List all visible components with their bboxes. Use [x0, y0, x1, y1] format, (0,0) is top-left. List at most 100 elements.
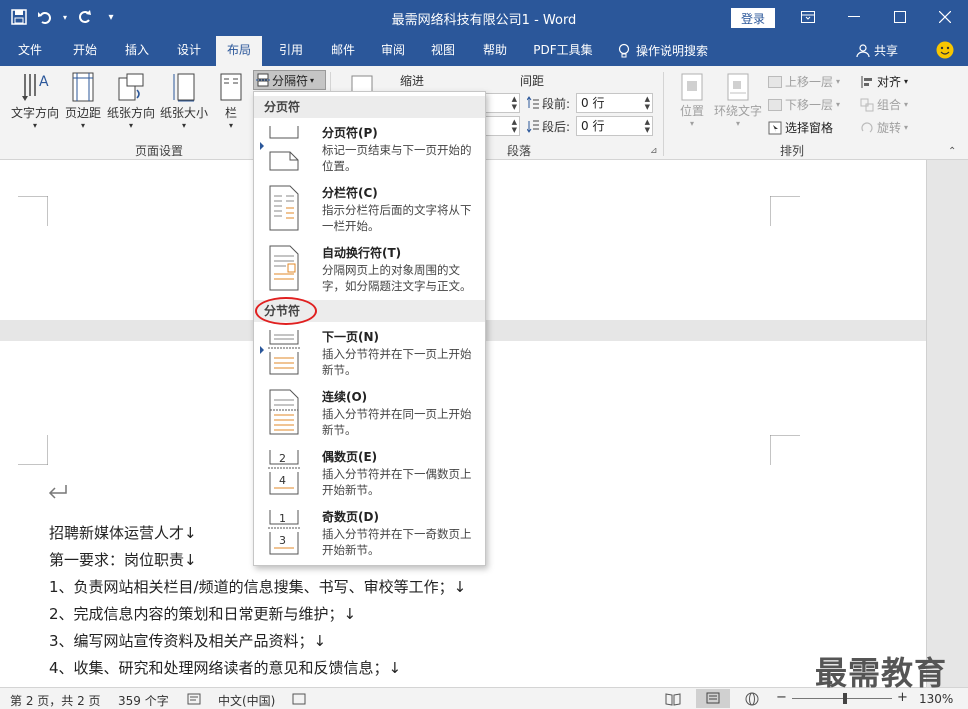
doc-line[interactable]: 招聘新媒体运营人才↓ — [49, 522, 197, 543]
next-page-break-icon — [268, 330, 300, 375]
zoom-level[interactable]: 130% — [919, 692, 953, 706]
position-button[interactable]: 位置 ▾ — [674, 72, 710, 128]
tab-home[interactable]: 开始 — [62, 36, 108, 66]
language[interactable]: 中文(中国) — [218, 692, 275, 709]
tab-file[interactable]: 文件 — [8, 36, 52, 66]
margins-button[interactable]: 页边距 ▾ — [63, 70, 103, 130]
proofing-icon[interactable] — [187, 693, 201, 705]
ribbon-display-options-icon[interactable] — [785, 0, 831, 34]
rotate-button[interactable]: 旋转 ▾ — [860, 119, 908, 136]
paragraph-return-icon — [48, 485, 67, 499]
tab-review[interactable]: 审阅 — [370, 36, 416, 66]
read-mode-icon[interactable] — [665, 692, 681, 706]
web-layout-icon[interactable] — [744, 692, 760, 706]
chevron-down-icon: ▾ — [128, 121, 133, 130]
space-before-value: 0 行 — [581, 96, 605, 110]
menu-item-desc: 指示分栏符后面的文字将从下一栏开始。 — [322, 203, 472, 233]
selection-pane-icon — [768, 121, 782, 134]
send-backward-button[interactable]: 下移一层 ▾ — [768, 96, 840, 113]
wrap-text-button[interactable]: 环绕文字 ▾ — [712, 72, 764, 128]
doc-line[interactable]: 4、收集、研究和处理网络读者的意见和反馈信息；↓ — [49, 657, 401, 678]
vertical-scrollbar[interactable] — [926, 160, 968, 687]
menu-item-desc: 插入分节符并在同一页上开始新节。 — [322, 407, 472, 437]
send-backward-icon — [768, 98, 782, 111]
text-direction-label: 文字方向 — [10, 106, 59, 120]
tab-help[interactable]: 帮助 — [472, 36, 518, 66]
orientation-button[interactable]: 纸张方向 ▾ — [106, 70, 156, 130]
zoom-slider[interactable] — [792, 698, 892, 699]
accessibility-icon[interactable] — [292, 693, 306, 705]
ribbon-tab-bar: 文件 开始 插入 设计 布局 引用 邮件 审阅 视图 帮助 PDF工具集 操作说… — [0, 36, 968, 66]
selection-pane-button[interactable]: 选择窗格 — [768, 119, 833, 136]
doc-line[interactable]: 2、完成信息内容的策划和日常更新与维护；↓ — [49, 603, 356, 624]
close-icon[interactable] — [922, 0, 968, 34]
align-button[interactable]: 对齐 ▾ — [860, 73, 908, 90]
highlight-circle — [255, 297, 317, 325]
even-page-break-icon: 24 — [268, 450, 300, 495]
bring-forward-button[interactable]: 上移一层 ▾ — [768, 73, 840, 90]
title-bar: ▾ ▾ 最需网络科技有限公司1 - Word 登录 — [0, 0, 968, 36]
tab-insert[interactable]: 插入 — [114, 36, 160, 66]
svg-text:3: 3 — [279, 534, 286, 547]
minimize-icon[interactable] — [831, 0, 877, 34]
size-button[interactable]: 纸张大小 ▾ — [159, 70, 209, 130]
indent-label: 缩进 — [400, 74, 425, 88]
menu-item-continuous[interactable]: 连续(O) 插入分节符并在同一页上开始新节。 — [254, 384, 485, 444]
smiley-feedback-icon[interactable] — [936, 41, 954, 59]
rotate-icon — [861, 121, 873, 132]
login-button[interactable]: 登录 — [731, 8, 775, 28]
maximize-icon[interactable] — [877, 0, 923, 34]
doc-line[interactable]: 3、编写网站宣传资料及相关产品资料；↓ — [49, 630, 326, 651]
word-count[interactable]: 359 个字 — [118, 692, 169, 709]
page-count[interactable]: 第 2 页，共 2 页 — [10, 692, 101, 709]
chevron-down-icon: ▾ — [32, 121, 37, 130]
orientation-label: 纸张方向 — [106, 106, 155, 120]
menu-item-title: 奇数页(D) — [322, 510, 379, 524]
space-after-value: 0 行 — [581, 119, 605, 133]
menu-item-even-page[interactable]: 24 偶数页(E) 插入分节符并在下一偶数页上开始新节。 — [254, 444, 485, 504]
space-after-input[interactable]: 0 行 ▲ ▼ — [576, 116, 653, 136]
tab-references[interactable]: 引用 — [268, 36, 314, 66]
collapse-ribbon-icon[interactable]: ⌃ — [948, 146, 956, 157]
doc-line[interactable]: 第一要求：岗位职责↓ — [49, 549, 197, 570]
chevron-down-icon: ▾ — [310, 75, 315, 85]
crop-mark — [18, 196, 48, 226]
tab-mailings[interactable]: 邮件 — [320, 36, 366, 66]
zoom-out-button[interactable]: − — [776, 690, 787, 705]
tab-layout[interactable]: 布局 — [216, 36, 262, 66]
group-objects-label: 组合 — [877, 98, 902, 112]
orientation-icon — [118, 73, 144, 101]
space-after-icon — [527, 120, 539, 133]
tab-pdf-tools[interactable]: PDF工具集 — [526, 36, 600, 66]
share-button[interactable]: 共享 — [856, 42, 898, 59]
spacing-label: 间距 — [520, 74, 545, 88]
paragraph-dialog-launcher-icon[interactable]: ⊿ — [650, 146, 658, 156]
group-objects-button[interactable]: 组合 ▾ — [860, 96, 908, 113]
menu-item-desc: 分隔网页上的对象周围的文字，如分隔题注文字与正文。 — [322, 263, 472, 293]
zoom-slider-thumb[interactable] — [843, 693, 847, 704]
print-layout-button[interactable] — [696, 689, 730, 708]
space-before-input[interactable]: 0 行 ▲ ▼ — [576, 93, 653, 113]
tell-me-search[interactable]: 操作说明搜索 — [618, 36, 728, 66]
menu-item-column-break[interactable]: 分栏符(C) 指示分栏符后面的文字将从下一栏开始。 — [254, 180, 485, 240]
doc-line[interactable]: 1、负责网站相关栏目/频道的信息搜集、书写、审校等工作；↓ — [49, 576, 466, 597]
columns-button[interactable]: 栏 ▾ — [216, 70, 246, 130]
menu-item-page-break[interactable]: 分页符(P) 标记一页结束与下一页开始的位置。 — [254, 120, 485, 180]
chevron-down-icon: ▾ — [689, 119, 694, 128]
menu-item-next-page[interactable]: 下一页(N) 插入分节符并在下一页上开始新节。 — [254, 324, 485, 384]
text-direction-button[interactable]: A 文字方向 ▾ — [8, 70, 62, 130]
menu-item-text-wrapping-break[interactable]: 自动换行符(T) 分隔网页上的对象周围的文字，如分隔题注文字与正文。 — [254, 240, 485, 300]
breaks-icon — [256, 73, 270, 87]
selected-marker-icon — [260, 142, 264, 150]
menu-item-desc: 插入分节符并在下一偶数页上开始新节。 — [322, 467, 472, 497]
breaks-button[interactable]: 分隔符 ▾ — [253, 70, 326, 90]
chevron-down-icon: ▾ — [735, 119, 740, 128]
column-break-icon — [269, 185, 299, 231]
crop-mark — [770, 196, 800, 226]
tab-design[interactable]: 设计 — [166, 36, 212, 66]
position-label: 位置 — [679, 104, 704, 118]
tab-view[interactable]: 视图 — [420, 36, 466, 66]
menu-item-odd-page[interactable]: 13 奇数页(D) 插入分节符并在下一奇数页上开始新节。 — [254, 504, 485, 564]
print-layout-icon — [706, 692, 720, 704]
text-direction-icon: A — [22, 74, 49, 101]
